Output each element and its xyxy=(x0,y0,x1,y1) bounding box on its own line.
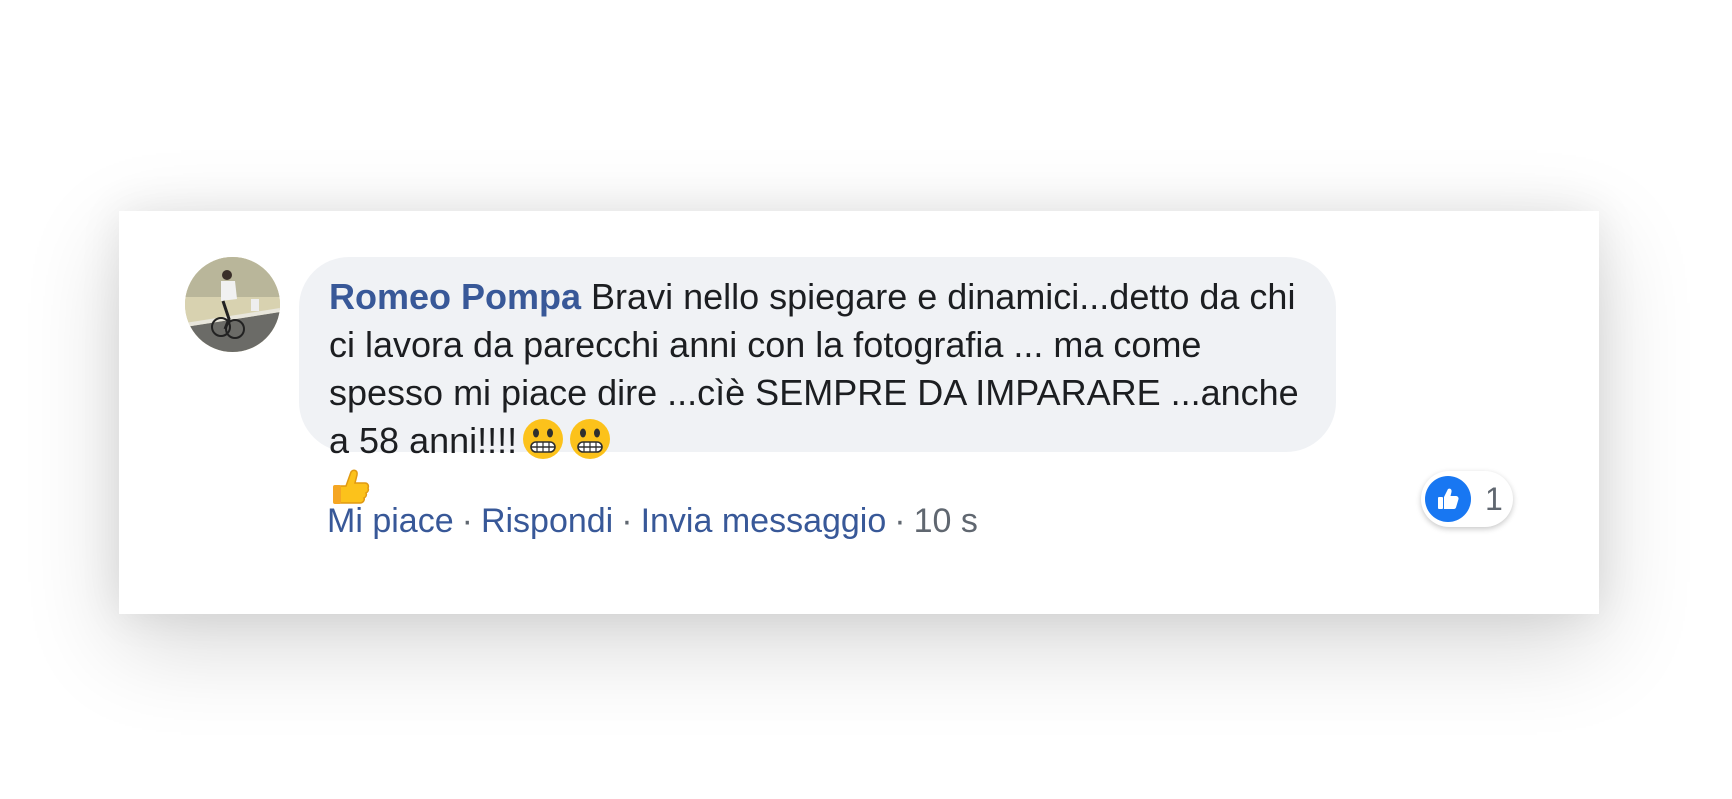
avatar-photo-image xyxy=(185,257,280,352)
like-link[interactable]: Mi piace xyxy=(327,502,454,540)
avatar[interactable] xyxy=(185,257,280,352)
like-icon xyxy=(1425,476,1471,522)
separator: · xyxy=(621,502,633,540)
comment-bubble: Romeo Pompa Bravi nello spiegare e dinam… xyxy=(299,257,1336,504)
grinning-face-emoji-icon xyxy=(569,418,611,460)
comment-author-link[interactable]: Romeo Pompa xyxy=(329,276,581,317)
comment-actions: Mi piace · Rispondi · Invia messaggio · 10 s xyxy=(327,499,978,543)
reaction-summary[interactable]: 1 xyxy=(1421,471,1513,527)
reaction-count: 1 xyxy=(1485,480,1503,517)
separator: · xyxy=(894,502,906,540)
comment-timestamp[interactable]: 10 s xyxy=(914,502,978,540)
grinning-face-emoji-icon xyxy=(522,418,564,460)
separator: · xyxy=(461,502,473,540)
send-message-link[interactable]: Invia messaggio xyxy=(641,502,887,540)
reply-link[interactable]: Rispondi xyxy=(481,502,613,540)
comment-card: Romeo Pompa Bravi nello spiegare e dinam… xyxy=(119,211,1599,614)
